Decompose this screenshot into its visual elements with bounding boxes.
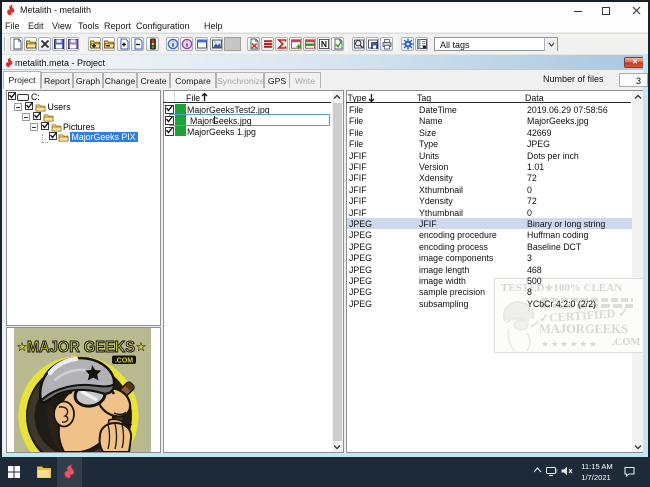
svg-text:★: ★ — [136, 342, 146, 354]
svg-text:MAJOR GEEKS: MAJOR GEEKS — [27, 339, 135, 356]
svg-text:.COM: .COM — [115, 358, 133, 365]
svg-text:★: ★ — [17, 342, 27, 354]
svg-text:N: N — [321, 39, 327, 49]
